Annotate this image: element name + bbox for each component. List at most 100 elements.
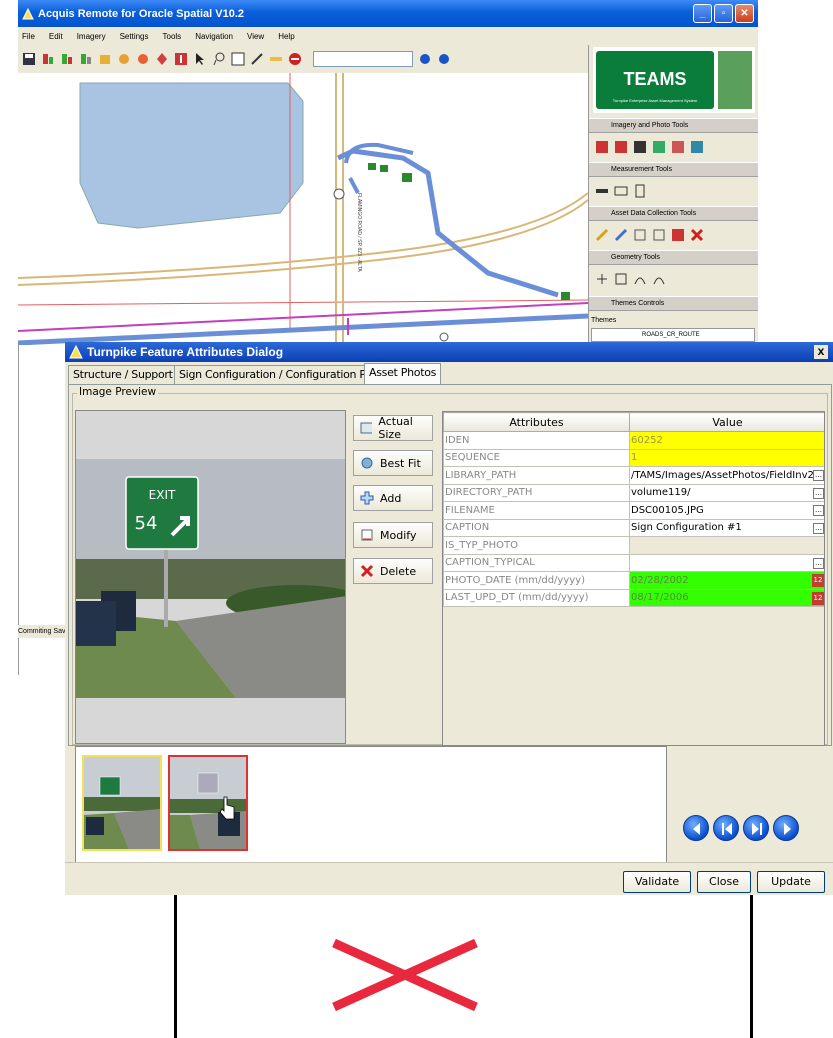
photo-tool-2-icon[interactable] xyxy=(136,52,150,66)
geometry-box-icon[interactable] xyxy=(614,272,628,286)
preview-photo: EXIT 54 xyxy=(76,411,345,743)
image-tool-icon[interactable] xyxy=(690,140,704,154)
minimize-button[interactable]: _ xyxy=(693,4,712,23)
theme-row[interactable]: ROADS_CR_ROUTE xyxy=(591,328,755,342)
feature-attributes-dialog: Turnpike Feature Attributes Dialog x Str… xyxy=(65,342,833,895)
dialog-close-button[interactable]: x xyxy=(814,345,828,359)
attr-value-cell[interactable]: Sign Configuration #1… xyxy=(629,518,824,537)
ruler-icon[interactable] xyxy=(269,52,283,66)
image-sync-icon[interactable] xyxy=(671,140,685,154)
update-button[interactable]: Update xyxy=(757,871,825,893)
measure-area-icon[interactable] xyxy=(614,184,628,198)
attr-value-cell[interactable]: 02/28/2002 12 xyxy=(629,571,824,590)
geometry-curve-2-icon[interactable] xyxy=(652,272,666,286)
photo-red-icon[interactable] xyxy=(595,140,609,154)
ellipsis-icon[interactable]: … xyxy=(813,505,824,516)
attr-value-cell[interactable]: DSC00105.JPG… xyxy=(629,501,824,520)
themes-controls-header[interactable]: Themes Controls xyxy=(589,296,758,311)
menu-settings[interactable]: Settings xyxy=(120,32,149,41)
attr-value-cell[interactable]: /TAMS/Images/AssetPhotos/FieldInv2… xyxy=(629,466,824,485)
menu-navigation[interactable]: Navigation xyxy=(195,32,233,41)
menu-tools[interactable]: Tools xyxy=(163,32,182,41)
close-button[interactable]: Close xyxy=(697,871,751,893)
stop-icon[interactable] xyxy=(288,52,302,66)
measure-calc-icon[interactable] xyxy=(633,184,647,198)
tool-wrench-icon[interactable] xyxy=(595,228,609,242)
asset-delete-icon[interactable] xyxy=(690,228,704,242)
sign-marker-icon[interactable] xyxy=(380,165,388,172)
ellipsis-icon[interactable]: … xyxy=(813,522,824,534)
save-icon[interactable] xyxy=(22,52,36,66)
validate-button[interactable]: Validate xyxy=(623,871,691,893)
attr-value-cell[interactable]: volume119/… xyxy=(629,483,824,502)
last-photo-button[interactable] xyxy=(773,815,799,841)
camera-icon[interactable] xyxy=(633,140,647,154)
info-icon[interactable] xyxy=(174,52,188,66)
go-2-icon[interactable] xyxy=(437,52,451,66)
window-tool-icon[interactable] xyxy=(231,52,245,66)
calendar-icon[interactable]: 12 xyxy=(812,591,824,605)
layer-tool-2-icon[interactable] xyxy=(60,52,74,66)
layer-tool-3-icon[interactable] xyxy=(79,52,93,66)
toolbar-search-input[interactable] xyxy=(313,51,413,67)
geometry-tools-header[interactable]: Geometry Tools xyxy=(589,250,758,265)
photo-icon[interactable] xyxy=(614,140,628,154)
ellipsis-icon[interactable]: … xyxy=(813,557,824,569)
menu-file[interactable]: File xyxy=(22,32,35,41)
best-fit-button[interactable]: Best Fit xyxy=(353,450,433,476)
measure-line-icon[interactable] xyxy=(595,184,609,198)
actual-size-button[interactable]: Actual Size xyxy=(353,415,433,441)
asset-move-icon[interactable] xyxy=(652,228,666,242)
add-button[interactable]: Add xyxy=(353,485,433,511)
calendar-icon[interactable]: 12 xyxy=(812,574,824,587)
layer-tool-icon[interactable] xyxy=(41,52,55,66)
attr-key: IS_TYP_PHOTO xyxy=(443,536,630,555)
imagery-photo-tools-header[interactable]: Imagery and Photo Tools xyxy=(589,118,758,133)
geometry-curve-icon[interactable] xyxy=(633,272,647,286)
value-column-header[interactable]: Value xyxy=(629,412,824,432)
image-preview[interactable]: EXIT 54 xyxy=(75,410,346,744)
thumbnail-1[interactable] xyxy=(82,755,162,851)
image-edit-icon[interactable] xyxy=(652,140,666,154)
sign-marker-icon[interactable] xyxy=(402,173,412,182)
modify-button[interactable]: Modify xyxy=(353,522,433,548)
prev-photo-button[interactable] xyxy=(713,815,739,841)
attr-value[interactable]: 1 xyxy=(629,448,824,467)
pin-icon[interactable] xyxy=(155,52,169,66)
asset-info-icon[interactable] xyxy=(671,228,685,242)
imagery-photo-tools xyxy=(589,133,758,161)
menu-view[interactable]: View xyxy=(247,32,264,41)
attr-value[interactable] xyxy=(629,536,824,555)
menu-imagery[interactable]: Imagery xyxy=(77,32,106,41)
layer-tool-4-icon[interactable] xyxy=(98,52,112,66)
sign-marker-icon[interactable] xyxy=(368,163,376,170)
tab-structure-support[interactable]: Structure / Support xyxy=(68,365,178,384)
pencil-icon[interactable] xyxy=(250,52,264,66)
maximize-button[interactable]: ▫ xyxy=(714,4,733,23)
close-window-button[interactable]: ✕ xyxy=(735,4,754,23)
attr-value-cell[interactable]: 08/17/2006 12 xyxy=(629,588,824,607)
measurement-tools-header[interactable]: Measurement Tools xyxy=(589,162,758,177)
tab-asset-photos[interactable]: Asset Photos xyxy=(364,363,442,385)
thumbnail-2[interactable] xyxy=(168,755,248,851)
go-icon[interactable] xyxy=(418,52,432,66)
attr-value-cell[interactable]: … xyxy=(629,553,824,572)
menu-edit[interactable]: Edit xyxy=(49,32,63,41)
photo-tool-icon[interactable] xyxy=(117,52,131,66)
menu-help[interactable]: Help xyxy=(278,32,294,41)
ellipsis-icon[interactable]: … xyxy=(813,487,824,499)
next-photo-button[interactable] xyxy=(743,815,769,841)
ellipsis-icon[interactable]: … xyxy=(813,470,824,481)
asset-add-icon[interactable] xyxy=(633,228,647,242)
lasso-icon[interactable] xyxy=(212,52,226,66)
pointer-icon[interactable] xyxy=(193,52,207,66)
asset-data-tools-header[interactable]: Asset Data Collection Tools xyxy=(589,206,758,221)
map-canvas[interactable]: FLAMINGO ROAD / SR 823 - ALTA xyxy=(18,73,588,345)
delete-button[interactable]: Delete xyxy=(353,558,433,584)
attributes-column-header[interactable]: Attributes xyxy=(443,412,630,432)
geometry-split-icon[interactable] xyxy=(595,272,609,286)
first-photo-button[interactable] xyxy=(683,815,709,841)
sign-marker-icon[interactable] xyxy=(561,292,570,300)
attr-value[interactable]: 60252 xyxy=(629,431,824,450)
tool-edit-icon[interactable] xyxy=(614,228,628,242)
